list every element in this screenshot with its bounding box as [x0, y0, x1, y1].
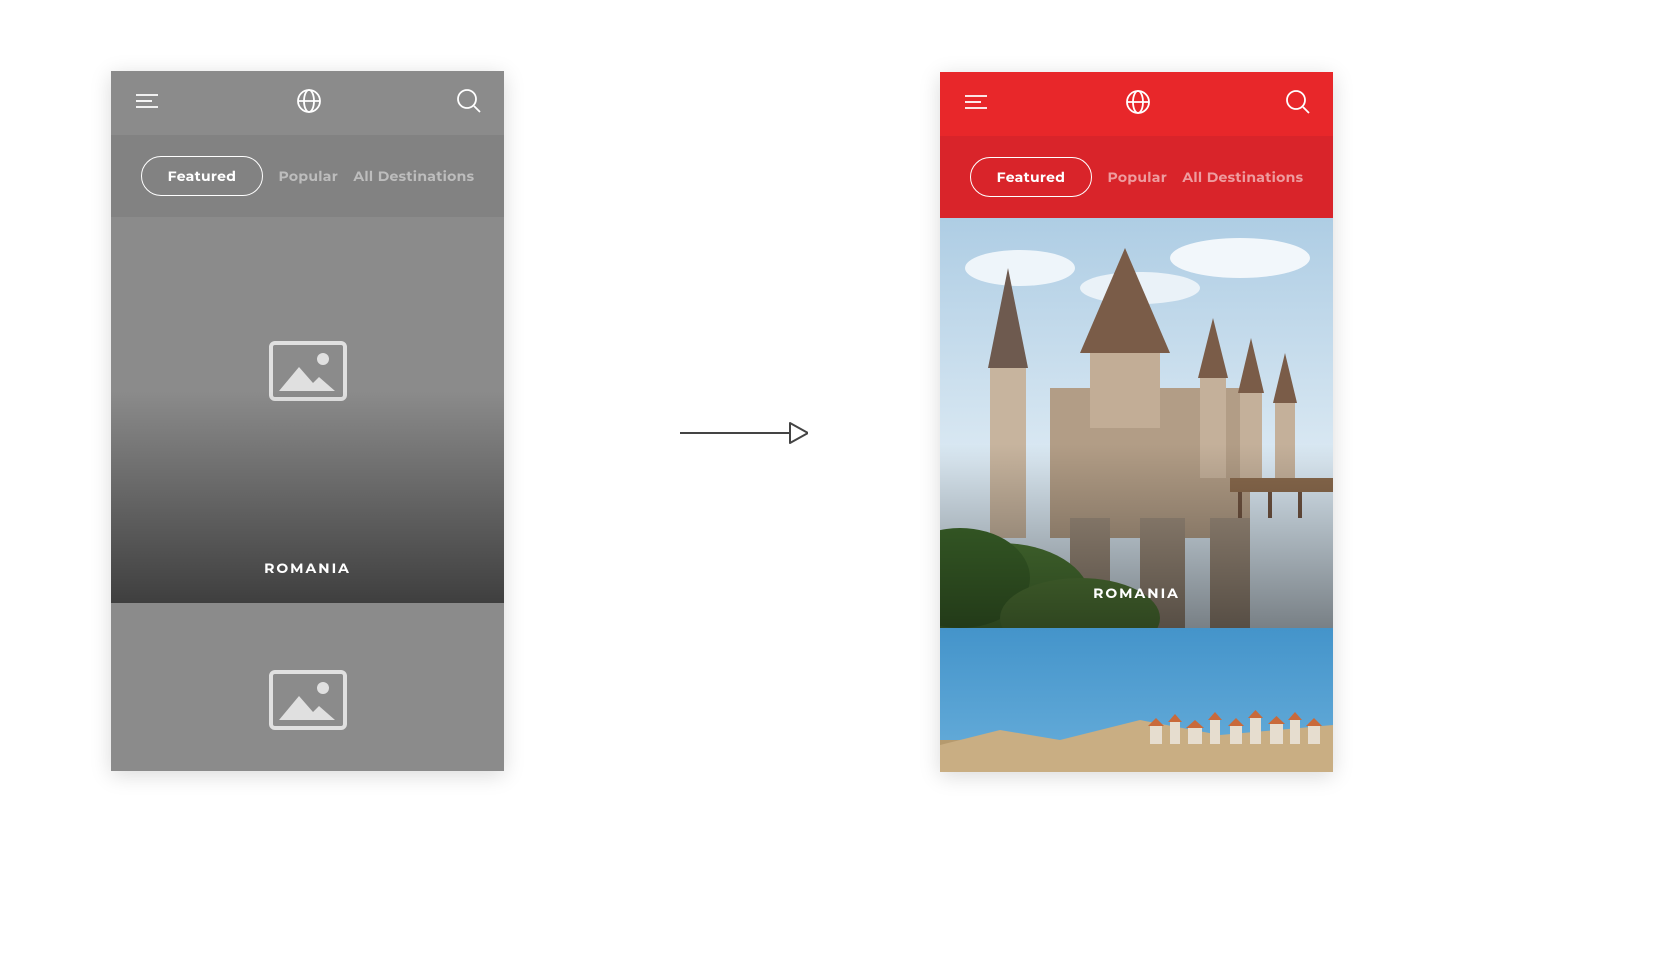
- destination-card[interactable]: [111, 603, 504, 771]
- search-icon[interactable]: [456, 88, 482, 119]
- topbar: [111, 71, 504, 135]
- final-screen: Featured Popular All Destinations: [940, 72, 1333, 772]
- menu-icon[interactable]: [962, 88, 990, 121]
- tab-popular[interactable]: Popular: [279, 167, 339, 185]
- transition-arrow: [678, 418, 808, 448]
- image-placeholder-icon: [269, 670, 347, 730]
- destination-card[interactable]: ROMANIA: [940, 218, 1333, 628]
- tab-popular[interactable]: Popular: [1108, 168, 1168, 186]
- tab-all-destinations[interactable]: All Destinations: [1182, 168, 1303, 186]
- content-area: ROMANIA: [940, 218, 1333, 772]
- content-area: ROMANIA: [111, 217, 504, 771]
- card-title: ROMANIA: [111, 559, 504, 577]
- search-icon[interactable]: [1285, 89, 1311, 120]
- globe-icon[interactable]: [296, 88, 322, 119]
- destination-card[interactable]: [940, 628, 1333, 772]
- destination-image: [940, 628, 1333, 772]
- menu-icon[interactable]: [133, 87, 161, 120]
- tabs-bar: Featured Popular All Destinations: [111, 135, 504, 217]
- card-title: ROMANIA: [940, 584, 1333, 602]
- tab-featured[interactable]: Featured: [141, 156, 264, 196]
- globe-icon[interactable]: [1125, 89, 1151, 120]
- topbar: [940, 72, 1333, 136]
- tab-featured[interactable]: Featured: [970, 157, 1093, 197]
- arrow-icon: [678, 418, 808, 448]
- tab-all-destinations[interactable]: All Destinations: [353, 167, 474, 185]
- tabs-bar: Featured Popular All Destinations: [940, 136, 1333, 218]
- wireframe-screen: Featured Popular All Destinations ROMANI…: [111, 71, 504, 771]
- destination-card[interactable]: ROMANIA: [111, 217, 504, 603]
